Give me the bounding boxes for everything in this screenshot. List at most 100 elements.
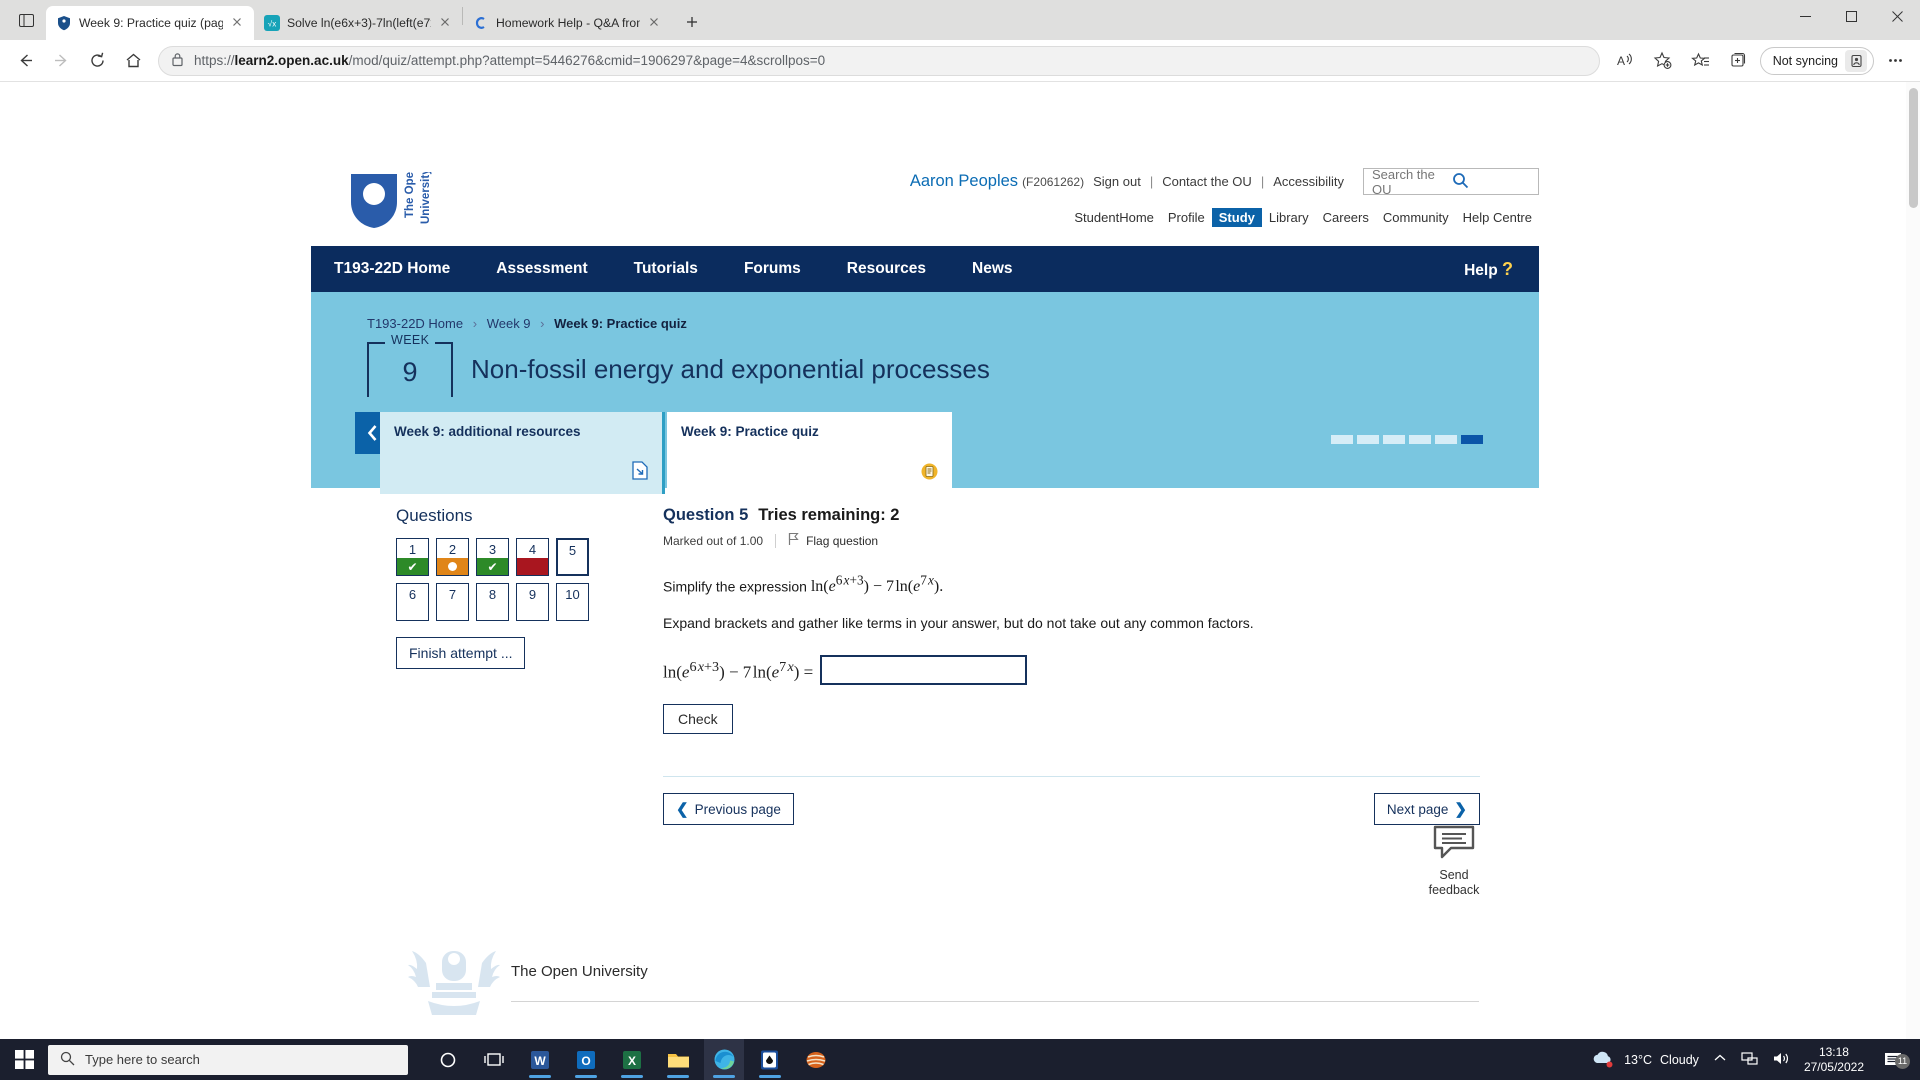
maple-icon[interactable] bbox=[796, 1039, 836, 1080]
question-button-5[interactable]: 5 bbox=[556, 538, 589, 576]
file-explorer-icon[interactable] bbox=[658, 1039, 698, 1080]
breadcrumb-item-week9[interactable]: Week 9 bbox=[487, 316, 531, 331]
question-button-10[interactable]: 10 bbox=[556, 583, 589, 621]
back-icon[interactable] bbox=[8, 44, 42, 78]
course-nav-resources[interactable]: Resources bbox=[824, 260, 949, 278]
close-icon[interactable] bbox=[230, 15, 246, 31]
task-view-icon[interactable] bbox=[474, 1039, 514, 1080]
ellipsis-icon[interactable] bbox=[1878, 44, 1912, 78]
notifications-icon[interactable]: 11 bbox=[1878, 1051, 1908, 1069]
flag-question-button[interactable]: Flag question bbox=[788, 532, 878, 549]
weather-widget[interactable]: 13°C Cloudy bbox=[1590, 1048, 1699, 1071]
search-icon[interactable] bbox=[1452, 172, 1532, 192]
question-button-1[interactable]: 1 ✔ bbox=[396, 538, 429, 576]
favorites-icon[interactable] bbox=[1684, 44, 1718, 78]
course-nav-help[interactable]: Help ? bbox=[1464, 259, 1539, 280]
svg-text:W: W bbox=[534, 1054, 546, 1068]
ou-search-box[interactable]: Search the OU bbox=[1363, 168, 1539, 195]
activity-tab-additional-resources[interactable]: Week 9: additional resources bbox=[380, 412, 665, 494]
network-icon[interactable] bbox=[1741, 1051, 1758, 1069]
send-feedback-button[interactable]: Send feedback bbox=[1408, 824, 1500, 899]
nav-studenthome[interactable]: StudentHome bbox=[1067, 208, 1161, 227]
maximize-button[interactable] bbox=[1828, 0, 1874, 32]
search-input-placeholder[interactable]: Search the OU bbox=[1372, 167, 1452, 197]
footer-title: The Open University bbox=[511, 963, 648, 980]
course-nav-assessment[interactable]: Assessment bbox=[473, 260, 610, 278]
profile-avatar-icon bbox=[1845, 50, 1867, 72]
meta-divider bbox=[775, 534, 776, 548]
activity-tab-practice-quiz[interactable]: Week 9: Practice quiz bbox=[667, 412, 952, 494]
close-button[interactable] bbox=[1874, 0, 1920, 32]
breadcrumb-separator: › bbox=[473, 316, 477, 331]
activity-tab-label: Week 9: Practice quiz bbox=[681, 424, 938, 439]
address-bar[interactable]: https://learn2.open.ac.uk/mod/quiz/attem… bbox=[158, 46, 1600, 76]
breadcrumb-item-home[interactable]: T193-22D Home bbox=[367, 316, 463, 331]
question-button-6[interactable]: 6 bbox=[396, 583, 429, 621]
sync-status-button[interactable]: Not syncing bbox=[1760, 47, 1874, 75]
tab-actions-icon[interactable] bbox=[6, 3, 46, 37]
nav-profile[interactable]: Profile bbox=[1161, 208, 1212, 227]
question-button-2[interactable]: 2 bbox=[436, 538, 469, 576]
outlook-icon[interactable]: O bbox=[566, 1039, 606, 1080]
next-page-label: Next page bbox=[1387, 802, 1449, 817]
course-nav-forums[interactable]: Forums bbox=[721, 260, 824, 278]
page-scrollbar[interactable] bbox=[1906, 82, 1920, 1059]
question-number-label: 2 bbox=[449, 542, 456, 557]
question-number-label: 4 bbox=[529, 542, 536, 557]
weather-temp: 13°C bbox=[1624, 1053, 1652, 1067]
refresh-icon[interactable] bbox=[80, 44, 114, 78]
nav-study[interactable]: Study bbox=[1212, 208, 1262, 227]
cortana-icon[interactable] bbox=[428, 1039, 468, 1080]
previous-page-button[interactable]: ❮ Previous page bbox=[663, 793, 794, 825]
notification-count: 11 bbox=[1895, 1054, 1910, 1069]
excel-icon[interactable]: X bbox=[612, 1039, 652, 1080]
question-button-7[interactable]: 7 bbox=[436, 583, 469, 621]
home-icon[interactable] bbox=[116, 44, 150, 78]
svg-text:√x: √x bbox=[268, 20, 276, 29]
windows-start-icon[interactable] bbox=[0, 1039, 48, 1080]
quiz-content-card: Questions 1 ✔ 2 3 ✔ 4 bbox=[380, 494, 1530, 898]
sign-out-link[interactable]: Sign out bbox=[1093, 174, 1141, 189]
scrollbar-thumb[interactable] bbox=[1909, 88, 1918, 208]
collections-icon[interactable] bbox=[1722, 44, 1756, 78]
add-favorite-icon[interactable] bbox=[1646, 44, 1680, 78]
browser-tab[interactable]: Homework Help - Q&A from On bbox=[463, 6, 671, 40]
nav-library[interactable]: Library bbox=[1262, 208, 1316, 227]
window-controls bbox=[1782, 0, 1920, 40]
microsoft-edge-icon[interactable] bbox=[704, 1039, 744, 1080]
taskbar-search-box[interactable]: Type here to search bbox=[48, 1045, 408, 1075]
contact-link[interactable]: Contact the OU bbox=[1162, 174, 1252, 189]
word-icon[interactable]: W bbox=[520, 1039, 560, 1080]
volume-icon[interactable] bbox=[1772, 1051, 1790, 1069]
accessibility-link[interactable]: Accessibility bbox=[1273, 174, 1344, 189]
browser-tab-active[interactable]: Week 9: Practice quiz (page 5 of bbox=[46, 6, 254, 40]
question-button-3[interactable]: 3 ✔ bbox=[476, 538, 509, 576]
nav-careers[interactable]: Careers bbox=[1316, 208, 1376, 227]
taskbar-clock[interactable]: 13:18 27/05/2022 bbox=[1804, 1045, 1864, 1075]
read-aloud-icon[interactable]: A bbox=[1608, 44, 1642, 78]
forward-icon[interactable] bbox=[44, 44, 78, 78]
course-nav-news[interactable]: News bbox=[949, 260, 1036, 278]
new-tab-button[interactable] bbox=[677, 7, 707, 37]
next-page-button[interactable]: Next page ❯ bbox=[1374, 793, 1480, 825]
breadcrumb-item-current: Week 9: Practice quiz bbox=[554, 316, 687, 331]
question-button-8[interactable]: 8 bbox=[476, 583, 509, 621]
nav-community[interactable]: Community bbox=[1376, 208, 1456, 227]
minimize-button[interactable] bbox=[1782, 0, 1828, 32]
solitaire-icon[interactable] bbox=[750, 1039, 790, 1080]
answer-input[interactable] bbox=[820, 655, 1027, 685]
check-button[interactable]: Check bbox=[663, 704, 733, 734]
course-nav-tutorials[interactable]: Tutorials bbox=[611, 260, 721, 278]
taskbar-search-placeholder: Type here to search bbox=[85, 1052, 200, 1067]
course-nav-home[interactable]: T193-22D Home bbox=[311, 260, 473, 278]
finish-attempt-button[interactable]: Finish attempt ... bbox=[396, 637, 525, 669]
chevron-up-icon[interactable] bbox=[1713, 1052, 1727, 1067]
question-button-9[interactable]: 9 bbox=[516, 583, 549, 621]
browser-tab[interactable]: √x Solve ln(e6x+3)-7ln(left(e7xright) bbox=[254, 6, 462, 40]
question-button-4[interactable]: 4 bbox=[516, 538, 549, 576]
close-icon[interactable] bbox=[438, 15, 454, 31]
question-instruction: Expand brackets and gather like terms in… bbox=[663, 615, 1480, 631]
user-name[interactable]: Aaron Peoples bbox=[910, 172, 1018, 191]
close-icon[interactable] bbox=[647, 15, 663, 31]
nav-help-centre[interactable]: Help Centre bbox=[1456, 208, 1539, 227]
